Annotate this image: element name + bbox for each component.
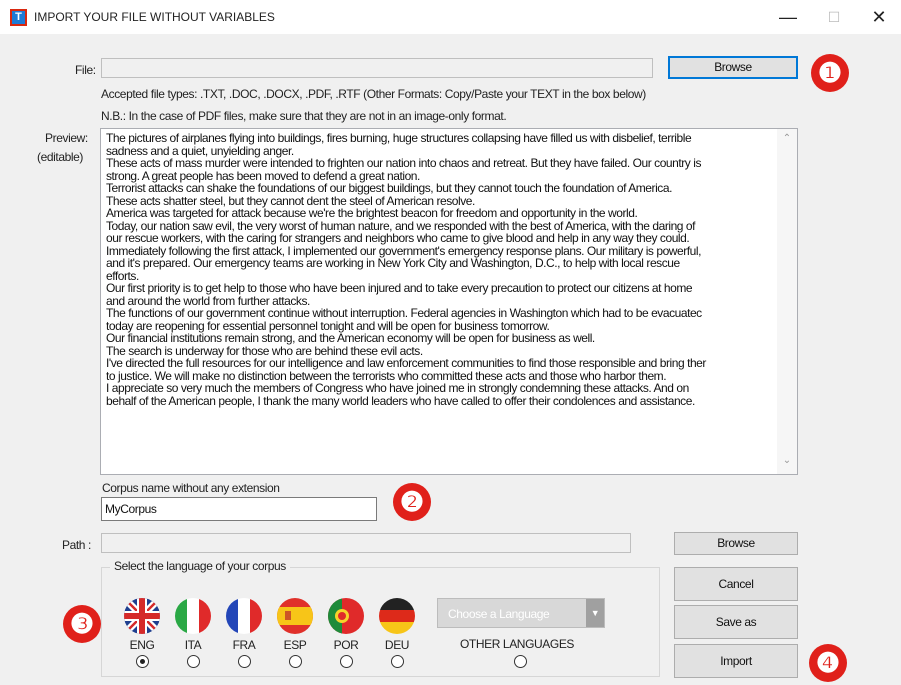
scroll-down-icon[interactable]: ⌄ [777,455,797,466]
other-languages-label: OTHER LANGUAGES [460,637,575,651]
path-label: Path : [62,538,91,552]
uk-flag-icon[interactable] [124,598,160,634]
accepted-types-text: Accepted file types: .TXT, .DOC, .DOCX, … [101,87,646,101]
lang-code-deu: DEU [384,638,410,652]
radio-deu[interactable] [391,655,404,668]
file-path-field[interactable] [101,58,653,78]
step-2-badge: ❷ [393,483,431,521]
preview-label: Preview: [45,131,88,145]
file-label: File: [75,63,96,77]
language-group-label: Select the language of your corpus [110,559,290,573]
step-3-badge: ❸ [63,605,101,643]
lang-code-esp: ESP [283,638,307,652]
close-button[interactable]: ✕ [857,4,901,30]
italy-flag-icon[interactable] [175,598,211,634]
language-combo-placeholder: Choose a Language [448,607,550,621]
pdf-note-text: N.B.: In the case of PDF files, make sur… [101,109,507,123]
maximize-button[interactable]: ☐ [812,4,856,30]
cancel-button[interactable]: Cancel [674,567,798,601]
radio-fra[interactable] [238,655,251,668]
step-1-badge: ❶ [811,54,849,92]
lang-code-fra: FRA [232,638,256,652]
lang-code-ita: ITA [184,638,202,652]
radio-other[interactable] [514,655,527,668]
preview-scrollbar[interactable]: ⌃ ⌄ [777,129,797,474]
import-dialog: T IMPORT YOUR FILE WITHOUT VARIABLES — ☐… [0,0,901,685]
language-combo[interactable]: Choose a Language ▼ [437,598,605,628]
scroll-up-icon[interactable]: ⌃ [777,133,797,144]
path-browse-button[interactable]: Browse [674,532,798,555]
app-icon: T [10,9,27,26]
spain-flag-icon[interactable] [277,598,313,634]
minimize-button[interactable]: — [766,4,810,30]
dropdown-arrow-icon[interactable]: ▼ [586,599,604,627]
portugal-flag-icon[interactable] [328,598,364,634]
corpus-name-label: Corpus name without any extension [102,481,280,495]
editable-label: (editable) [37,150,84,164]
file-browse-button[interactable]: Browse [668,56,798,79]
preview-textarea[interactable]: The pictures of airplanes flying into bu… [100,128,798,475]
lang-code-por: POR [333,638,359,652]
save-as-button[interactable]: Save as [674,605,798,639]
step-4-badge: ❹ [809,644,847,682]
radio-eng[interactable] [136,655,149,668]
radio-ita[interactable] [187,655,200,668]
window-title: IMPORT YOUR FILE WITHOUT VARIABLES [34,10,275,24]
import-button[interactable]: Import [674,644,798,678]
title-bar: T IMPORT YOUR FILE WITHOUT VARIABLES — ☐… [0,0,901,34]
lang-code-eng: ENG [129,638,155,652]
germany-flag-icon[interactable] [379,598,415,634]
radio-esp[interactable] [289,655,302,668]
corpus-name-input[interactable]: MyCorpus [101,497,377,521]
france-flag-icon[interactable] [226,598,262,634]
radio-por[interactable] [340,655,353,668]
path-field[interactable] [101,533,631,553]
